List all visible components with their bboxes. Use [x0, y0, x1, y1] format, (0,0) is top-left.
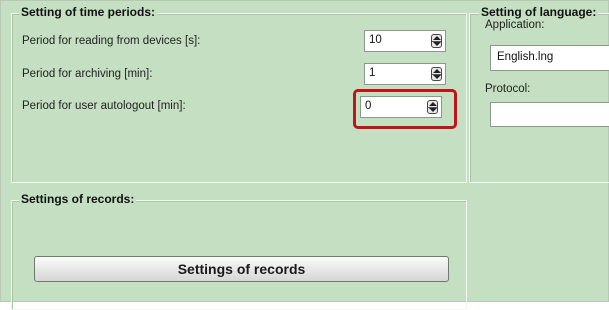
- application-field[interactable]: English.lng: [490, 45, 609, 71]
- application-value: English.lng: [497, 51, 554, 63]
- reading-period-spinner[interactable]: 10: [364, 30, 446, 52]
- spinner-arrows-icon[interactable]: [431, 67, 442, 81]
- reading-period-value: 10: [369, 34, 382, 46]
- autologout-period-label: Period for user autologout [min]:: [22, 100, 186, 112]
- highlight-box: [353, 89, 457, 129]
- archiving-period-label: Period for archiving [min]:: [22, 68, 153, 80]
- time-periods-title: Setting of time periods:: [19, 5, 158, 19]
- protocol-field[interactable]: [490, 102, 609, 127]
- application-label: Application:: [485, 19, 545, 31]
- spinner-arrows-icon[interactable]: [431, 34, 442, 48]
- archiving-period-spinner[interactable]: 1: [364, 63, 446, 85]
- language-group: [469, 13, 609, 183]
- reading-period-label: Period for reading from devices [s]:: [22, 35, 201, 47]
- protocol-label: Protocol:: [485, 83, 531, 95]
- records-group: [11, 200, 467, 310]
- settings-panel: Setting of time periods: Period for read…: [0, 0, 609, 310]
- records-title: Settings of records:: [19, 192, 137, 206]
- settings-of-records-button[interactable]: Settings of records: [34, 256, 449, 282]
- archiving-period-value: 1: [369, 67, 376, 79]
